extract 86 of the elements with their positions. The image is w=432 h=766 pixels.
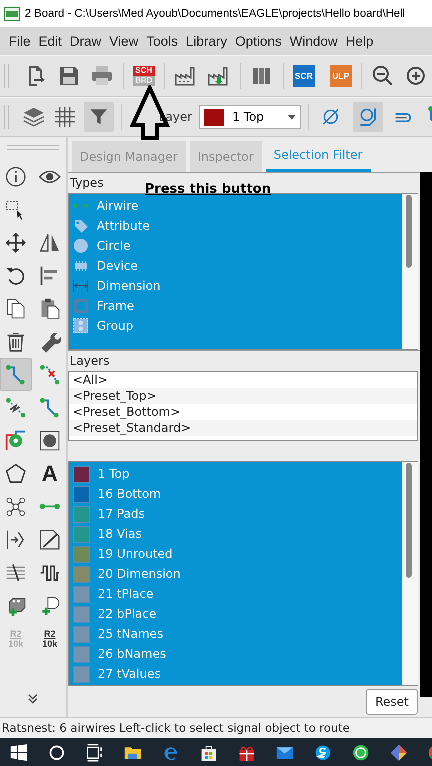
filter-button[interactable]: [84, 102, 114, 132]
phone-chat-icon[interactable]: [352, 744, 370, 762]
preset-item[interactable]: <All>: [73, 372, 417, 388]
tool-icon: [39, 232, 61, 254]
search-icon[interactable]: [48, 744, 66, 762]
layer-item[interactable]: 16 Bottom: [71, 484, 400, 504]
info-icon: [5, 166, 27, 188]
annotation-text: Press this button: [145, 182, 272, 197]
zoom-out-icon[interactable]: [371, 64, 395, 88]
layer-item[interactable]: 17 Pads: [71, 504, 400, 524]
layers-icon[interactable]: [22, 105, 46, 129]
menu-item[interactable]: View: [106, 34, 143, 48]
windows-start-icon[interactable]: [10, 744, 28, 762]
ulp-button[interactable]: ULP: [330, 65, 352, 87]
tool-icon: [39, 364, 61, 386]
text-tool[interactable]: A: [34, 457, 66, 490]
menu-item[interactable]: File: [5, 34, 35, 48]
type-item[interactable]: Frame: [71, 296, 400, 316]
save-icon[interactable]: [57, 64, 81, 88]
zoom-in-icon[interactable]: [404, 64, 428, 88]
chevron-down-icon[interactable]: [27, 693, 39, 705]
preset-item[interactable]: <Preset_Top>: [69, 388, 417, 404]
app-icon: [4, 6, 20, 20]
layer-dropdown[interactable]: 1 Top: [199, 105, 302, 129]
layer-item[interactable]: 20 Dimension: [71, 564, 400, 584]
type-item[interactable]: Group: [71, 316, 400, 336]
layer-item[interactable]: 21 tPlace: [71, 584, 400, 604]
layer-item[interactable]: 18 Vias: [71, 524, 400, 544]
tag-icon: [73, 218, 89, 234]
preset-item[interactable]: <Preset_Bottom>: [73, 404, 417, 420]
wrench-icon: [39, 330, 61, 352]
script-button[interactable]: SCR: [293, 65, 315, 87]
copy-icon: [5, 298, 27, 320]
panel-tab[interactable]: Design Manager: [72, 141, 186, 172]
route-mode-button[interactable]: [353, 102, 384, 132]
tool-icon: [5, 496, 27, 518]
tool-icon: [5, 364, 27, 386]
layer-item[interactable]: 19 Unrouted: [71, 544, 400, 564]
pentagon-icon: [5, 462, 27, 484]
gift-icon[interactable]: [238, 744, 256, 762]
tool-icon: [5, 430, 27, 452]
layer-item[interactable]: 25 tNames: [71, 624, 400, 644]
tool-icon: [39, 528, 61, 550]
menu-item[interactable]: Library: [182, 34, 232, 48]
menu-item[interactable]: Draw: [66, 34, 106, 48]
layer-color-icon: [204, 108, 224, 126]
reset-button[interactable]: Reset: [366, 688, 418, 714]
store-icon[interactable]: [200, 744, 218, 762]
type-item[interactable]: Airwire: [71, 196, 400, 216]
trash-icon: [5, 330, 27, 352]
menu-item[interactable]: Options: [231, 34, 286, 48]
diamond-app-icon[interactable]: [390, 744, 408, 762]
paste-icon: [39, 298, 61, 320]
grid-icon[interactable]: [53, 105, 77, 129]
tool-icon: [39, 396, 61, 418]
circle-icon: [73, 238, 89, 254]
layer-item[interactable]: 22 bPlace: [71, 604, 400, 624]
tool-icon: [5, 396, 27, 418]
type-item[interactable]: Attribute: [71, 216, 400, 236]
move-icon: [5, 232, 27, 254]
task-view-icon[interactable]: [86, 744, 104, 762]
frame-icon: [73, 298, 89, 314]
chat-icon[interactable]: [314, 744, 332, 762]
chip-icon: [73, 258, 89, 274]
group-icon: [73, 318, 89, 334]
type-item[interactable]: Circle: [71, 236, 400, 256]
tool-icon: [39, 502, 61, 510]
panel-tab[interactable]: Inspector: [190, 141, 262, 172]
menu-item[interactable]: Window: [286, 34, 342, 48]
preset-item[interactable]: <Preset_Standard>: [69, 420, 417, 436]
type-item[interactable]: Device: [71, 256, 400, 276]
caret-icon: [288, 114, 296, 120]
layer-item[interactable]: 1 Top: [71, 464, 400, 484]
tool-icon: [39, 430, 61, 452]
value-tool[interactable]: R2 10k: [34, 622, 66, 655]
menu-item[interactable]: Tools: [142, 34, 182, 48]
tool-icon: [5, 528, 27, 550]
tool-icon: [5, 562, 27, 584]
menu-item[interactable]: Edit: [34, 34, 66, 48]
menu-item[interactable]: Help: [342, 34, 378, 48]
dimension-icon: [73, 278, 89, 294]
type-item[interactable]: Dimension: [71, 276, 400, 296]
layer-item[interactable]: 27 tValues: [71, 664, 400, 684]
layer-item[interactable]: 26 bNames: [71, 644, 400, 664]
window-title: 2 Board - C:\Users\Med Ayoub\Documents\EAGLE\projects\Hello board\Hell: [25, 8, 406, 20]
print-icon[interactable]: [90, 64, 114, 88]
